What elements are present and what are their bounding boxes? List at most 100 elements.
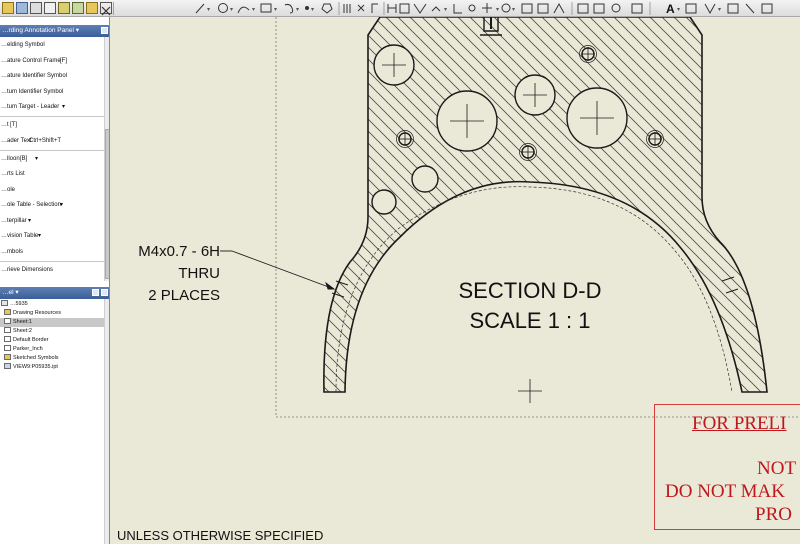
svg-text:▾: ▾ [444, 7, 447, 13]
annotation-command-datum-target[interactable]: …tum Target - Leader ▾ [0, 100, 104, 114]
dropdown-arrow-icon[interactable]: ▾ [62, 100, 65, 114]
hole [371, 189, 397, 215]
annotation-command-retrieve-dimensions[interactable]: …rieve Dimensions [0, 263, 104, 277]
svg-text:▾: ▾ [230, 7, 233, 13]
drawing-canvas[interactable]: M4x0.7 - 6H THRU 2 PLACES SECTION D-D SC… [110, 17, 800, 544]
browser-panel-title: …el ▾ [2, 289, 19, 296]
prelim-line-4: PRO [755, 504, 792, 525]
svg-text:▾: ▾ [496, 7, 499, 13]
weld-tool-icon [453, 4, 462, 14]
general-note: UNLESS OTHERWISE SPECIFIED [117, 528, 324, 543]
hole-note-icon [501, 3, 511, 13]
mirror-tool-icon [343, 4, 351, 13]
tree-item-sheet-1[interactable]: Sheet:1 [0, 318, 104, 327]
sheet-icon [4, 327, 11, 333]
tree-root[interactable]: …5935 [1, 300, 28, 309]
top-toolbar: ▾ ▾ ▾ ▾ ▾ ▾ ▾ ▾ ▾ A ▾ ▾ [0, 0, 800, 17]
browser-panel-header[interactable]: …el ▾ [0, 287, 109, 299]
annotation-command-text[interactable]: …t [T] [0, 118, 104, 132]
annotation-command-leader-text[interactable]: …ader Text Ctrl+Shift+T [0, 134, 104, 148]
panel-close-button[interactable] [101, 289, 108, 296]
drawing-icon [1, 300, 8, 306]
folder-icon [4, 309, 11, 315]
view-icon[interactable] [72, 2, 84, 14]
close-view-icon[interactable] [100, 2, 112, 16]
circle-tool-icon [218, 3, 228, 13]
copy-icon[interactable] [44, 2, 56, 14]
hole [411, 165, 439, 193]
section-title: SECTION D-D [458, 278, 602, 303]
thread-note-line-2: THRU [178, 265, 220, 282]
dropdown-arrow-icon[interactable]: ▾ [38, 229, 41, 243]
tree-item-default-border[interactable]: Default Border [4, 336, 48, 345]
arc-tool-icon [237, 6, 250, 14]
thread-note-line-1: M4x0.7 - 6H [138, 243, 220, 260]
panel-close-button[interactable] [101, 27, 108, 34]
tree-item-sketched-symbols[interactable]: Sketched Symbols [4, 354, 59, 363]
print-icon[interactable] [30, 2, 42, 14]
prelim-line-2: NOT [757, 458, 797, 479]
image-tool-icon [577, 3, 589, 14]
sheet-icon [4, 318, 11, 324]
layer-tool-icon [631, 3, 643, 14]
svg-text:▾: ▾ [296, 7, 299, 13]
svg-text:▾: ▾ [677, 7, 680, 13]
dropdown-arrow-icon[interactable]: ▾ [28, 214, 31, 228]
annotation-command-caterpillar[interactable]: …terpillar ▾ [0, 214, 104, 228]
table-tool-icon [521, 3, 533, 14]
panel-menu-button[interactable] [92, 289, 99, 296]
annotation-command-symbols[interactable]: …mbols [0, 245, 104, 259]
thread-note-line-3: 2 PLACES [148, 287, 220, 304]
revision-tool-icon [537, 3, 549, 14]
tree-item-view[interactable]: VIEW9:P05935.ipt [4, 363, 58, 372]
border-icon [4, 336, 11, 342]
datum-tool-icon [553, 2, 565, 14]
annotation-command-hole-table[interactable]: …ole Table - Selection ▾ [0, 198, 104, 212]
format-tool-icon [593, 3, 605, 14]
title-block-icon [4, 345, 11, 351]
point-tool-icon [305, 6, 309, 10]
symbol-tool-icon [611, 3, 621, 13]
dropdown-arrow-icon[interactable]: ▾ [60, 198, 63, 212]
tree-item-drawing-resources[interactable]: Drawing Resources [4, 309, 61, 318]
properties-icon[interactable] [58, 2, 70, 14]
spline-tool-icon [284, 3, 294, 14]
svg-text:▾: ▾ [718, 7, 721, 13]
leader-tool-icon [413, 3, 427, 14]
annotation-command-parts-list[interactable]: …rts List [0, 167, 104, 181]
annotation-command-feature-control-frame[interactable]: …ature Control Frame [F] [0, 54, 104, 68]
svg-text:▾: ▾ [512, 7, 515, 13]
ordinate-tool-icon [399, 3, 410, 14]
tree-item-sheet-2[interactable]: Sheet:2 [4, 327, 32, 336]
annotation-command-welding-symbol[interactable]: …elding Symbol [0, 38, 104, 52]
annotation-command-hole[interactable]: …ole [0, 183, 104, 197]
svg-text:▾: ▾ [252, 7, 255, 13]
sketch-tools-icons: ▾ ▾ ▾ ▾ ▾ ▾ ▾ ▾ ▾ A ▾ ▾ [195, 2, 773, 16]
prelim-line-1: FOR PRELI [692, 413, 787, 434]
toolbar-separator [113, 2, 114, 15]
annotation-command-feature-identifier[interactable]: …ature Identifier Symbol [0, 69, 104, 83]
polygon-tool-icon [321, 3, 333, 14]
thread-note[interactable]: M4x0.7 - 6H THRU 2 PLACES [126, 241, 220, 307]
line-tool-icon [195, 3, 205, 14]
annotation-command-balloon[interactable]: …lloon [B] ▾ [0, 152, 104, 166]
preliminary-stamp: FOR PRELI NOT DO NOT MAK PRO [654, 404, 800, 530]
thread-note-leader [220, 250, 336, 290]
chamfer-tool-icon [431, 6, 441, 12]
annotation-command-datum-identifier[interactable]: …tum Identifier Symbol [0, 85, 104, 99]
open-icon[interactable] [2, 2, 14, 14]
prelim-line-3: DO NOT MAK [665, 481, 785, 502]
panel-separator [0, 150, 104, 151]
annotation-command-revision-table[interactable]: …vision Table ▾ [0, 229, 104, 243]
section-view-label[interactable]: SECTION D-D SCALE 1 : 1 [430, 276, 630, 336]
folder-icon[interactable] [86, 2, 98, 14]
svg-text:▾: ▾ [311, 7, 314, 13]
save-icon[interactable] [16, 2, 28, 14]
annotation-panel-header[interactable]: …rding Annotation Panel ▾ [0, 25, 109, 37]
dropdown-arrow-icon[interactable]: ▾ [35, 152, 38, 166]
folder-icon [4, 354, 11, 360]
left-panel: …rding Annotation Panel ▾ …elding Symbol… [0, 17, 110, 544]
tree-item-title-block[interactable]: Parker_Inch [4, 345, 43, 354]
rectangle-tool-icon [260, 3, 272, 13]
panel-separator [0, 116, 104, 117]
